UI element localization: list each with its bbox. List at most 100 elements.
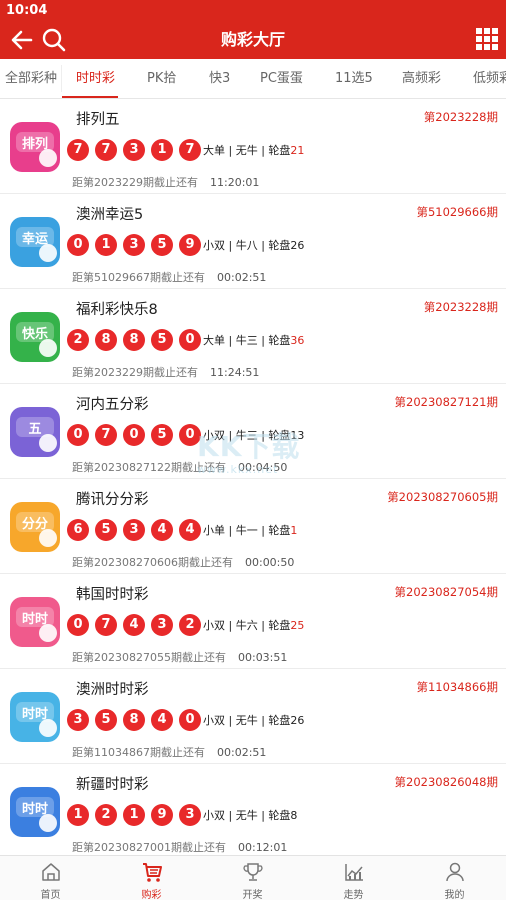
trophy-icon — [243, 863, 263, 881]
result-ball: 3 — [123, 139, 145, 161]
lottery-row[interactable]: 时时 澳洲时时彩 第11034866期 3 5 8 4 0 小双 | 无牛 | 轮盘26 距第11… — [0, 669, 506, 764]
result-summary-text: 大单 | 无牛 | 轮盘 — [203, 144, 291, 157]
result-summary-text: 小双 | 无牛 | 轮盘 — [203, 714, 291, 727]
deadline-label: 距第2023229期截止还有 — [72, 176, 198, 189]
tab-ssc[interactable]: 时时彩 — [76, 59, 115, 98]
deadline-label: 距第2023229期截止还有 — [72, 366, 198, 379]
result-ball: 8 — [95, 329, 117, 351]
countdown: 00:00:50 — [244, 556, 295, 569]
lottery-name: 腾讯分分彩 — [76, 492, 149, 508]
result-ball: 2 — [95, 804, 117, 826]
result-ball: 3 — [123, 234, 145, 256]
countdown: 11:20:01 — [210, 176, 260, 189]
roulette-value: 36 — [290, 334, 305, 347]
result-summary: 大单 | 牛三 | 轮盘36 — [203, 332, 304, 348]
countdown: 00:12:01 — [237, 841, 288, 854]
result-ball: 2 — [67, 329, 89, 351]
tab-low-freq[interactable]: 低频彩 — [473, 59, 506, 98]
logo-text: 五 — [28, 422, 41, 437]
result-ball: 9 — [151, 804, 173, 826]
result-ball: 0 — [67, 424, 89, 446]
logo-text: 时时 — [22, 611, 48, 627]
result-ball: 8 — [123, 709, 145, 731]
lottery-row[interactable]: 时时 韩国时时彩 第20230827054期 0 7 4 3 2 小双 | 牛六 | 轮盘25 距… — [0, 574, 506, 669]
result-summary: 小双 | 牛八 | 轮盘26 — [203, 237, 304, 253]
roulette-value: 25 — [290, 619, 305, 632]
result-ball: 7 — [179, 139, 201, 161]
nav-home[interactable]: 首页 — [0, 856, 101, 901]
tab-active-indicator — [62, 96, 118, 98]
result-ball: 1 — [67, 804, 89, 826]
result-ball: 0 — [67, 234, 89, 256]
tab-k3[interactable]: 快3 — [209, 59, 230, 98]
result-ball: 5 — [151, 234, 173, 256]
grid-menu-icon[interactable] — [476, 28, 498, 50]
user-icon — [446, 862, 464, 882]
nav-draw[interactable]: 开奖 — [202, 856, 303, 901]
lottery-issue: 第20230827060­5期 — [387, 490, 498, 504]
lottery-logo-icon: 时时 — [10, 597, 60, 647]
category-tabs: 全部彩种 时时彩 PK拾 快3 PC蛋蛋 11选5 高频彩 低频彩 — [0, 59, 506, 99]
tab-all[interactable]: 全部彩种 — [5, 59, 57, 98]
result-ball: 8 — [123, 329, 145, 351]
logo-text: 快乐 — [22, 326, 48, 342]
nav-mine[interactable]: 我的 — [404, 856, 505, 901]
deadline-text: 距第20230827060­6期截止还有 00:00:50 — [72, 554, 294, 570]
result-summary: 小双 | 无牛 | 轮盘8 — [203, 807, 297, 823]
lottery-row[interactable]: 快乐 福利彩快乐8 第2023228期 2 8 8 5 0 大单 | 牛三 | 轮盘36 距第20… — [0, 289, 506, 384]
result-ball: 7 — [95, 139, 117, 161]
lottery-row[interactable]: 排列 排列五 第2023228期 7 7 3 1 7 大单 | 无牛 | 轮盘21 距第20232… — [0, 99, 506, 194]
lottery-logo-icon: 排列 — [10, 122, 60, 172]
logo-text: 排列 — [22, 136, 48, 152]
lottery-row[interactable]: 时时 新疆时时彩 第20230826048期 1 2 1 9 3 小双 | 无牛 | 轮盘8 距第… — [0, 764, 506, 859]
result-ball: 5 — [151, 424, 173, 446]
lottery-row[interactable]: 分分 腾讯分分彩 第20230827060­5期 6 5 3 4 4 小单 | 牛一 | 轮盘1… — [0, 479, 506, 574]
tab-high-freq[interactable]: 高频彩 — [402, 59, 441, 98]
tab-11x5[interactable]: 11选5 — [335, 59, 373, 98]
deadline-text: 距第11034867期截止还有 00:02:51 — [72, 744, 266, 760]
nav-buy[interactable]: 购彩 — [101, 856, 202, 901]
result-ball: 3 — [67, 709, 89, 731]
result-ball: 0 — [67, 614, 89, 636]
result-ball: 5 — [95, 519, 117, 541]
roulette-value: 1 — [290, 524, 298, 537]
deadline-label: 距第51029667期截止还有 — [72, 271, 205, 284]
result-summary: 小双 | 无牛 | 轮盘26 — [203, 712, 304, 728]
lottery-issue: 第20230827121期 — [394, 395, 498, 409]
result-balls: 12193 — [67, 803, 207, 826]
result-balls: 07432 — [67, 613, 207, 636]
status-time: 10:04 — [6, 3, 48, 18]
status-bar: 10:04 — [0, 0, 506, 21]
watermark-text: KK下载 — [197, 430, 301, 463]
deadline-text: 距第2023229期截止还有 11:24:51 — [72, 364, 259, 380]
lottery-logo-icon: 快乐 — [10, 312, 60, 362]
nav-trend[interactable]: 走势 — [303, 856, 404, 901]
countdown: 00:03:51 — [237, 651, 288, 664]
lottery-name: 新疆时时彩 — [76, 777, 149, 793]
result-ball: 3 — [179, 804, 201, 826]
lottery-name: 澳洲幸运5 — [76, 207, 144, 223]
result-ball: 6 — [67, 519, 89, 541]
result-ball: 1 — [95, 234, 117, 256]
deadline-label: 距第11034867期截止还有 — [72, 746, 205, 759]
result-summary-text: 小双 | 牛六 | 轮盘 — [203, 619, 291, 632]
result-ball: 0 — [123, 424, 145, 446]
lottery-row[interactable]: 幸运 澳洲幸运5 第51029666期 0 1 3 5 9 小双 | 牛八 | 轮盘26 距第51… — [0, 194, 506, 289]
result-ball: 1 — [151, 139, 173, 161]
result-summary-text: 小双 | 牛八 | 轮盘 — [203, 239, 291, 252]
logo-text: 时时 — [22, 706, 48, 722]
watermark: KK下载 www.kkx.net — [197, 425, 317, 480]
result-summary-text: 大单 | 牛三 | 轮盘 — [203, 334, 291, 347]
result-balls: 07050 — [67, 423, 207, 446]
tab-pk10[interactable]: PK拾 — [147, 59, 176, 98]
result-ball: 3 — [151, 614, 173, 636]
title-bar: 购彩大厅 — [0, 21, 506, 59]
result-ball: 9 — [179, 234, 201, 256]
home-icon — [42, 863, 60, 881]
logo-text: 幸运 — [22, 231, 48, 247]
lottery-issue: 第2023228期 — [423, 300, 498, 314]
chart-icon — [345, 864, 363, 881]
countdown: 00:02:51 — [217, 746, 267, 759]
tab-pcdd[interactable]: PC蛋蛋 — [260, 59, 303, 98]
result-ball: 3 — [123, 519, 145, 541]
